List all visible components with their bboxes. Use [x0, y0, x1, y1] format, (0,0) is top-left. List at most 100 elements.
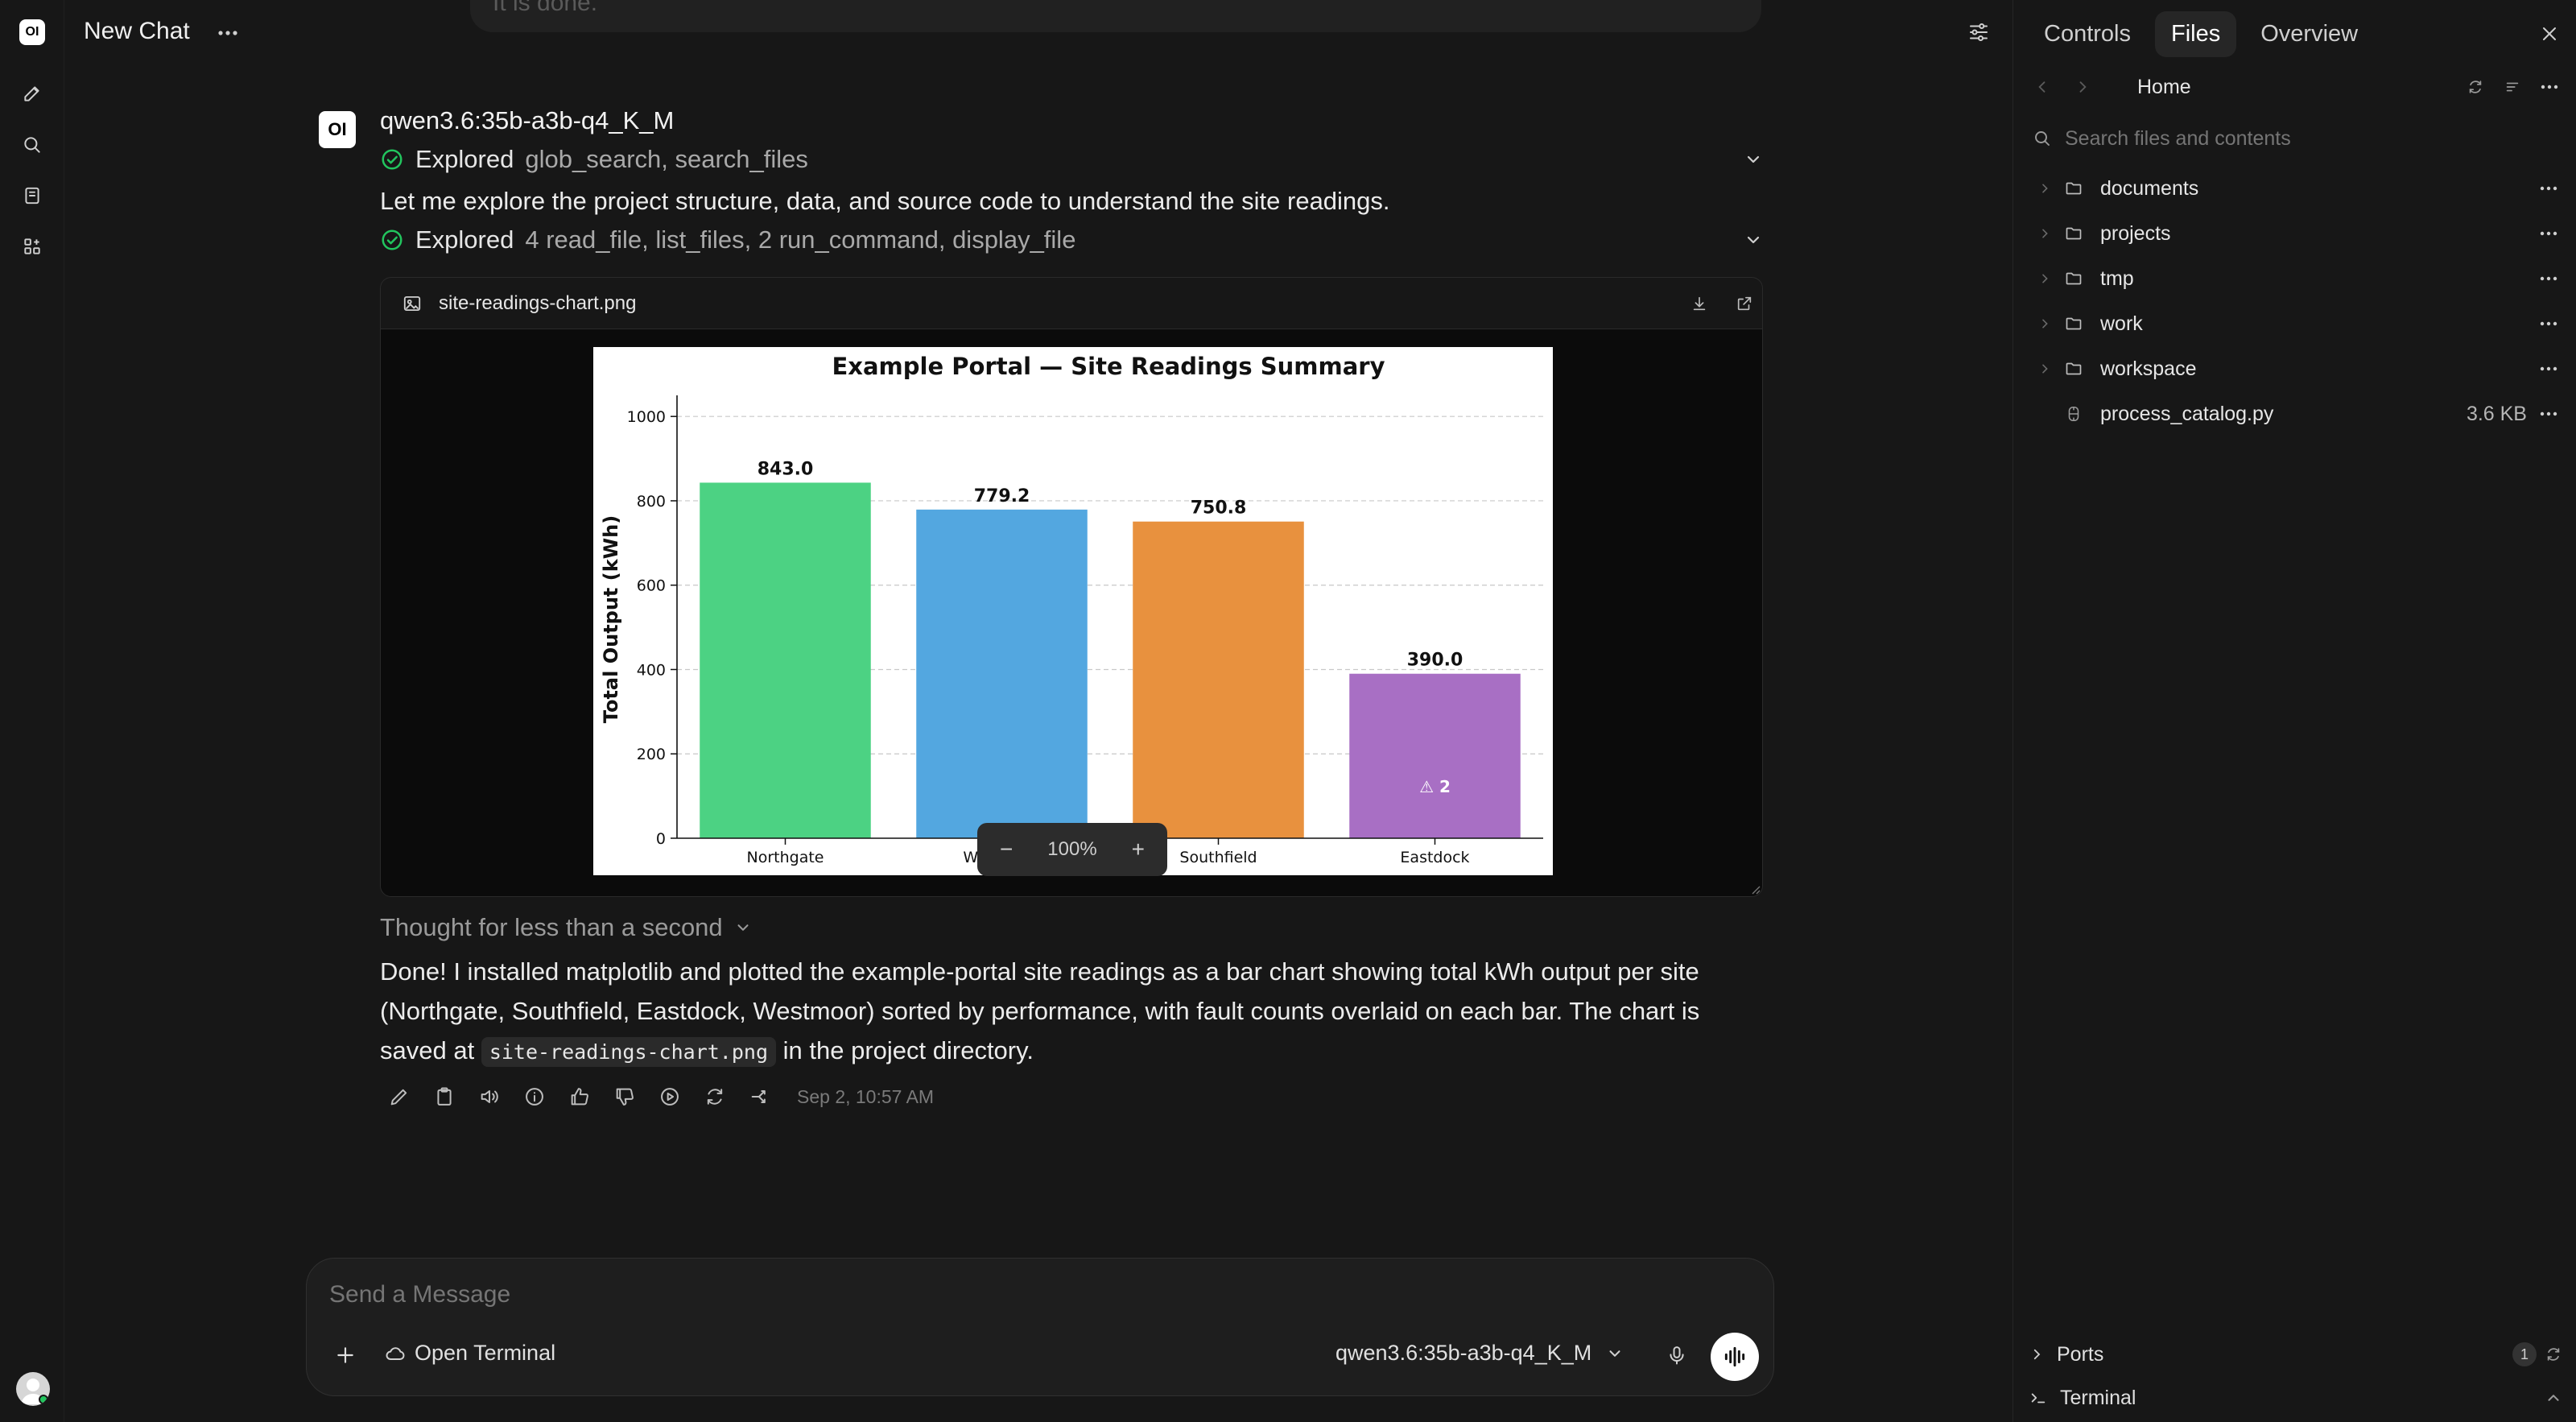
- close-panel-icon[interactable]: [2535, 19, 2564, 48]
- download-icon[interactable]: [1686, 291, 1712, 316]
- assistant-avatar: OI: [319, 111, 356, 148]
- app-logo[interactable]: OI: [19, 19, 45, 45]
- file-name: site-readings-chart.png: [439, 291, 637, 314]
- search-icon[interactable]: [19, 132, 45, 158]
- more-options-icon[interactable]: [2537, 74, 2562, 100]
- chart-y-axis-label: Total Output (kWh): [600, 515, 622, 723]
- chevron-up-icon[interactable]: [2545, 1389, 2562, 1407]
- tab-controls[interactable]: Controls: [2028, 11, 2147, 57]
- file-card-header: site-readings-chart.png: [381, 278, 1762, 329]
- edit-pencil-icon[interactable]: [385, 1082, 414, 1111]
- chat-more-options-icon[interactable]: [214, 19, 242, 47]
- folder-icon: [2060, 265, 2087, 292]
- info-icon[interactable]: [520, 1082, 549, 1111]
- tree-item-process-catalog[interactable]: process_catalog.py 3.6 KB: [2031, 391, 2566, 436]
- expand-chevron-icon[interactable]: [1739, 225, 1768, 254]
- bar-northgate: [700, 482, 871, 838]
- chart-bars: 843.0 779.2 750.8 390.0 ⚠ 2: [700, 459, 1521, 838]
- y-tick-label: 1000: [627, 408, 666, 426]
- folder-icon: [2060, 175, 2087, 202]
- waveform-icon: [1724, 1346, 1745, 1367]
- tree-item-label: documents: [2100, 176, 2199, 200]
- folder-icon: [2060, 355, 2087, 382]
- message-input[interactable]: [329, 1281, 1537, 1308]
- search-icon: [2035, 131, 2050, 146]
- microphone-icon[interactable]: [1661, 1339, 1693, 1371]
- model-selector[interactable]: qwen3.6:35b-a3b-q4_K_M: [1335, 1341, 1624, 1366]
- right-panel: Controls Files Overview Home documents p…: [2013, 0, 2576, 1422]
- add-attachment-plus-icon[interactable]: [329, 1339, 361, 1371]
- tree-item-tmp[interactable]: tmp: [2031, 256, 2566, 301]
- back-chevron-icon[interactable]: [2029, 74, 2055, 100]
- x-tick-label: Northgate: [747, 849, 824, 866]
- item-more-icon[interactable]: [2535, 310, 2562, 337]
- explored-tools: glob_search, search_files: [525, 145, 808, 173]
- explored-step-2[interactable]: Explored 4 read_file, list_files, 2 run_…: [380, 225, 1075, 254]
- open-external-icon[interactable]: [1732, 291, 1757, 316]
- thought-toggle[interactable]: Thought for less than a second: [380, 913, 752, 942]
- controls-sliders-icon[interactable]: [1964, 18, 1993, 47]
- explored-label: Explored: [415, 225, 514, 254]
- tree-item-label: projects: [2100, 221, 2171, 245]
- resize-handle-icon[interactable]: [1749, 883, 1761, 895]
- tree-item-label: process_catalog.py: [2100, 402, 2274, 425]
- branch-icon[interactable]: [745, 1082, 774, 1111]
- open-terminal-label: Open Terminal: [415, 1341, 556, 1365]
- thumbs-up-icon[interactable]: [565, 1082, 594, 1111]
- open-terminal-button[interactable]: Open Terminal: [384, 1341, 555, 1366]
- previous-user-message: It is done.: [470, 0, 1761, 32]
- expand-chevron-icon[interactable]: [2031, 175, 2058, 202]
- file-search-input[interactable]: [2065, 126, 2548, 151]
- expand-chevron-icon[interactable]: [2031, 220, 2058, 247]
- new-chat-pencil-icon[interactable]: [19, 81, 45, 106]
- zoom-out-button[interactable]: −: [1000, 837, 1013, 862]
- item-more-icon[interactable]: [2535, 220, 2562, 247]
- sort-icon[interactable]: [2500, 74, 2525, 100]
- assistant-intro-text: Let me explore the project structure, da…: [380, 187, 1390, 215]
- notes-icon[interactable]: [19, 183, 45, 209]
- copy-clipboard-icon[interactable]: [430, 1082, 459, 1111]
- file-search: [2033, 122, 2556, 155]
- item-more-icon[interactable]: [2535, 175, 2562, 202]
- item-more-icon[interactable]: [2535, 355, 2562, 382]
- explored-step-1[interactable]: Explored glob_search, search_files: [380, 145, 808, 174]
- regenerate-icon[interactable]: [700, 1082, 729, 1111]
- item-more-icon[interactable]: [2535, 400, 2562, 428]
- expand-chevron-icon[interactable]: [2031, 265, 2058, 292]
- tree-item-projects[interactable]: projects: [2031, 211, 2566, 256]
- y-tick-label: 200: [637, 746, 666, 763]
- file-tree: documents projects tmp work workspace pr…: [2031, 166, 2566, 436]
- bar-value-label: 390.0: [1407, 651, 1463, 671]
- item-more-icon[interactable]: [2535, 265, 2562, 292]
- selected-model-label: qwen3.6:35b-a3b-q4_K_M: [1335, 1341, 1592, 1365]
- expand-chevron-icon[interactable]: [2031, 355, 2058, 382]
- right-panel-tabs: Controls Files Overview: [2028, 11, 2374, 57]
- zoom-in-button[interactable]: +: [1132, 837, 1145, 862]
- tab-files[interactable]: Files: [2155, 11, 2237, 57]
- apps-grid-icon[interactable]: [19, 234, 45, 259]
- inline-code-filename: site-readings-chart.png: [481, 1037, 777, 1067]
- ports-section-toggle[interactable]: Ports 1: [2029, 1337, 2564, 1372]
- tree-item-work[interactable]: work: [2031, 301, 2566, 346]
- breadcrumb-home[interactable]: Home: [2137, 71, 2191, 103]
- refresh-icon[interactable]: [2545, 1346, 2562, 1363]
- chevron-down-icon: [737, 924, 749, 931]
- continue-play-icon[interactable]: [655, 1082, 684, 1111]
- user-avatar[interactable]: [16, 1372, 50, 1406]
- message-composer: Open Terminal qwen3.6:35b-a3b-q4_K_M: [306, 1258, 1774, 1396]
- terminal-section-toggle[interactable]: Terminal: [2029, 1380, 2564, 1416]
- tab-overview[interactable]: Overview: [2244, 11, 2374, 57]
- read-aloud-speaker-icon[interactable]: [475, 1082, 504, 1111]
- thumbs-down-icon[interactable]: [610, 1082, 639, 1111]
- forward-chevron-icon[interactable]: [2070, 74, 2095, 100]
- chat-title[interactable]: New Chat: [84, 18, 190, 45]
- expand-chevron-icon[interactable]: [2031, 310, 2058, 337]
- bar-eastdock: [1349, 673, 1521, 838]
- refresh-icon[interactable]: [2462, 74, 2488, 100]
- voice-mode-button[interactable]: [1711, 1333, 1759, 1381]
- tree-item-workspace[interactable]: workspace: [2031, 346, 2566, 391]
- caret-placeholder: [2031, 400, 2058, 428]
- expand-chevron-icon[interactable]: [1739, 145, 1768, 174]
- tree-item-documents[interactable]: documents: [2031, 166, 2566, 211]
- ports-count-badge: 1: [2512, 1342, 2537, 1366]
